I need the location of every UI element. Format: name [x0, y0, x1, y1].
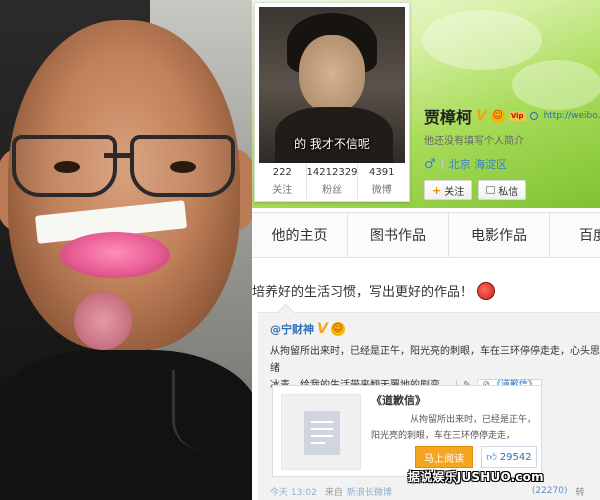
profile-intro: 他还没有填写个人简介 — [424, 136, 524, 147]
tab-baidu[interactable]: 百度人 — [550, 213, 600, 257]
glasses-lens-left — [12, 135, 117, 197]
link-icon — [529, 112, 538, 120]
stat-value: 4391 — [369, 167, 395, 178]
message-label: 私信 — [498, 186, 519, 198]
article-excerpt: 从拘留所出来时，已经是正午， — [409, 415, 536, 425]
tab-films[interactable]: 电影作品 — [449, 213, 550, 257]
message-icon — [486, 186, 496, 194]
plus-icon: + — [432, 183, 442, 197]
profile-stats: 222 关注 14212329 粉丝 4391 微博 — [259, 163, 405, 199]
stat-following[interactable]: 222 关注 — [259, 163, 307, 199]
verified-icon[interactable]: V — [476, 108, 487, 124]
profile-name: 贾樟柯 — [424, 108, 473, 127]
vip-badge[interactable]: Vip — [508, 111, 526, 121]
profile-url-link[interactable]: http://weibo.c — [544, 111, 600, 121]
verified-icon[interactable]: V — [317, 321, 328, 337]
article-card[interactable]: 《道歉信》 从拘留所出来时，已经是正午， 阳光亮的刺眼，车在三环停停走走， 马上… — [272, 385, 542, 477]
avatar-head — [299, 35, 365, 113]
repost-text-line: 从拘留所出来时，已经是正午，阳光亮的刺眼，车在三环停停走走，心头思绪 — [270, 346, 600, 374]
profile-name-row: 贾樟柯 V ☺ Vip http://weibo.c — [424, 104, 600, 128]
follow-label: 关注 — [444, 186, 465, 198]
glasses-lens-right — [130, 135, 235, 197]
source-client-link[interactable]: 新浪长微博 — [347, 485, 392, 498]
article-like-count: 29542 — [499, 451, 532, 463]
post-text: 培养好的生活习惯，写出更好的作品！ — [252, 285, 474, 300]
repost-author-link[interactable]: @宁财神 — [270, 321, 314, 337]
repost-action-link[interactable]: 转 — [576, 485, 585, 498]
site-watermark: 据说娱乐JUSHUO.com — [408, 470, 544, 484]
photo-lips — [60, 232, 170, 278]
tab-home[interactable]: 他的主页 — [252, 213, 348, 257]
angry-emoji-icon — [477, 281, 496, 300]
thumbs-up-icon: 👍︎ — [486, 452, 497, 463]
photo-eye-left — [54, 161, 80, 173]
tab-books[interactable]: 图书作品 — [348, 213, 449, 257]
profile-actions: + 关注 私信 — [424, 180, 527, 200]
profile-location[interactable]: 北京 海淀区 — [449, 156, 508, 172]
weibo-profile-panel: 的 我才不信呢 222 关注 14212329 粉丝 4391 微博 贾樟柯 V… — [252, 0, 600, 500]
stat-value: 222 — [272, 167, 292, 178]
cover-highlight — [512, 60, 600, 110]
stat-followers[interactable]: 14212329 粉丝 — [307, 163, 359, 199]
post-time-link[interactable]: 今天 13:02 — [270, 485, 317, 498]
smile-badge-icon[interactable]: ☺ — [490, 109, 505, 123]
stat-label: 微博 — [371, 185, 392, 196]
read-now-button[interactable]: 马上阅读 — [415, 446, 473, 468]
stat-posts[interactable]: 4391 微博 — [358, 163, 405, 199]
stat-label: 粉丝 — [322, 185, 342, 196]
avatar-card: 的 我才不信呢 222 关注 14212329 粉丝 4391 微博 — [254, 2, 410, 202]
post-text-row: 培养好的生活习惯，写出更好的作品！ — [252, 281, 496, 300]
article-excerpt: 阳光亮的刺眼，车在三环停停走走， — [371, 431, 516, 441]
source-prefix: 来自 — [324, 487, 343, 498]
photo-eye-right — [170, 161, 196, 173]
stat-value: 14212329 — [306, 167, 358, 178]
cover-highlight — [422, 10, 542, 70]
photo-chin — [74, 292, 132, 350]
follow-button[interactable]: + 关注 — [424, 180, 473, 200]
message-button[interactable]: 私信 — [478, 180, 527, 200]
repost-author-row: @宁财神 V ☺ — [270, 321, 345, 337]
like-count-link[interactable]: (22270) — [532, 486, 568, 496]
avatar-caption: 的 我才不信呢 — [294, 137, 370, 151]
article-thumbnail — [281, 394, 361, 470]
document-icon — [304, 411, 340, 455]
article-title: 《道歉信》 — [371, 394, 426, 407]
stat-label: 关注 — [272, 185, 293, 196]
profile-tabs: 他的主页 图书作品 电影作品 百度人 — [252, 212, 600, 258]
article-like-button[interactable]: 👍︎ 29542 — [481, 446, 537, 468]
smile-badge-icon[interactable]: ☺ — [330, 322, 345, 336]
photo-glasses — [4, 135, 252, 205]
male-icon: ♂ — [424, 156, 436, 172]
profile-photo — [0, 0, 252, 500]
photo-shirt — [0, 350, 252, 500]
divider — [441, 158, 443, 170]
profile-location-row: ♂ 北京 海淀区 — [424, 156, 507, 172]
repost-arrow — [277, 303, 295, 321]
